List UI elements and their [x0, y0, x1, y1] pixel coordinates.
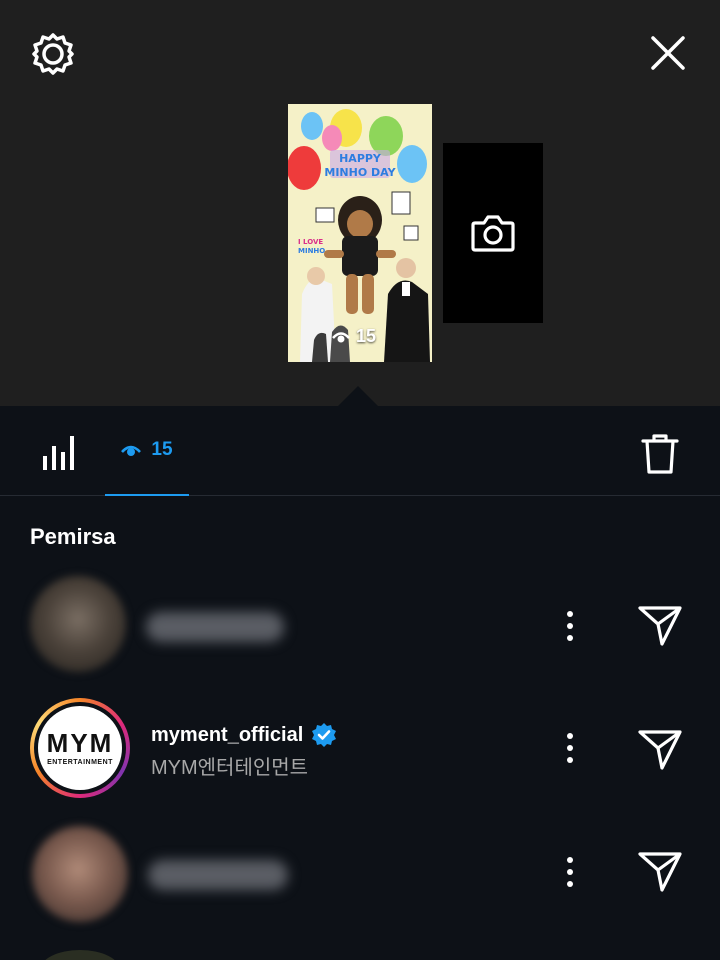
blurred-username [148, 860, 288, 890]
viewers-section-title: Pemirsa [30, 524, 116, 549]
avatar[interactable] [30, 576, 126, 672]
svg-text:MINHO DAY: MINHO DAY [324, 166, 396, 179]
avatar[interactable] [32, 826, 128, 922]
avatar-ring-inner: MYM ENTERTAINMENT [34, 702, 126, 794]
viewer-row[interactable] [0, 570, 720, 680]
send-message-button[interactable] [636, 726, 684, 774]
more-vertical-icon [567, 857, 573, 887]
mym-logo: MYM ENTERTAINMENT [38, 706, 122, 790]
mym-logo-text: MYM [46, 728, 114, 758]
svg-text:I LOVE: I LOVE [298, 238, 323, 246]
camera-icon [471, 215, 515, 252]
thumbnail-views-text: 15 [356, 326, 377, 346]
selected-story-pointer [338, 386, 378, 406]
send-icon [638, 606, 682, 646]
blurred-username [146, 612, 284, 642]
trash-icon [641, 434, 679, 474]
add-story-button[interactable] [443, 143, 543, 323]
more-vertical-icon [567, 733, 573, 763]
tab-viewers-count: 15 [151, 439, 173, 460]
gear-icon [32, 33, 74, 75]
bar-chart-icon [43, 436, 74, 470]
viewer-username-text: myment_official [151, 723, 304, 746]
tab-viewers[interactable]: 15 [105, 406, 189, 496]
viewer-row[interactable] [0, 820, 720, 930]
viewer-fullname: MYM엔터테인먼트 [151, 757, 309, 779]
close-icon [651, 36, 685, 70]
more-vertical-icon [567, 611, 573, 641]
settings-button[interactable] [30, 31, 76, 77]
eye-icon [121, 445, 142, 456]
delete-story-button[interactable] [640, 432, 680, 476]
story-artwork: HAPPY MINHO DAY I LOVE MINHO [288, 104, 432, 362]
send-icon [638, 852, 682, 892]
send-message-button[interactable] [636, 848, 684, 896]
viewer-options-button[interactable] [558, 728, 582, 768]
avatar[interactable] [40, 950, 120, 960]
close-button[interactable] [648, 33, 688, 73]
svg-text:MINHO: MINHO [298, 247, 325, 255]
verified-badge-icon [312, 723, 337, 747]
avatar[interactable]: MYM ENTERTAINMENT [30, 698, 130, 798]
send-icon [638, 730, 682, 770]
eye-icon [332, 331, 350, 342]
tab-insights[interactable] [40, 432, 80, 472]
viewer-options-button[interactable] [558, 852, 582, 892]
viewer-username[interactable]: myment_official [151, 722, 337, 748]
thumbnail-view-count: 15 [332, 326, 376, 347]
svg-text:HAPPY: HAPPY [339, 152, 382, 165]
viewer-options-button[interactable] [558, 606, 582, 646]
story-preview-area: HAPPY MINHO DAY I LOVE MINHO 15 [0, 0, 720, 406]
story-thumbnail[interactable]: HAPPY MINHO DAY I LOVE MINHO 15 [288, 104, 432, 362]
send-message-button[interactable] [636, 602, 684, 650]
story-tab-bar: 15 [0, 406, 720, 496]
mym-logo-subtext: ENTERTAINMENT [47, 759, 113, 766]
